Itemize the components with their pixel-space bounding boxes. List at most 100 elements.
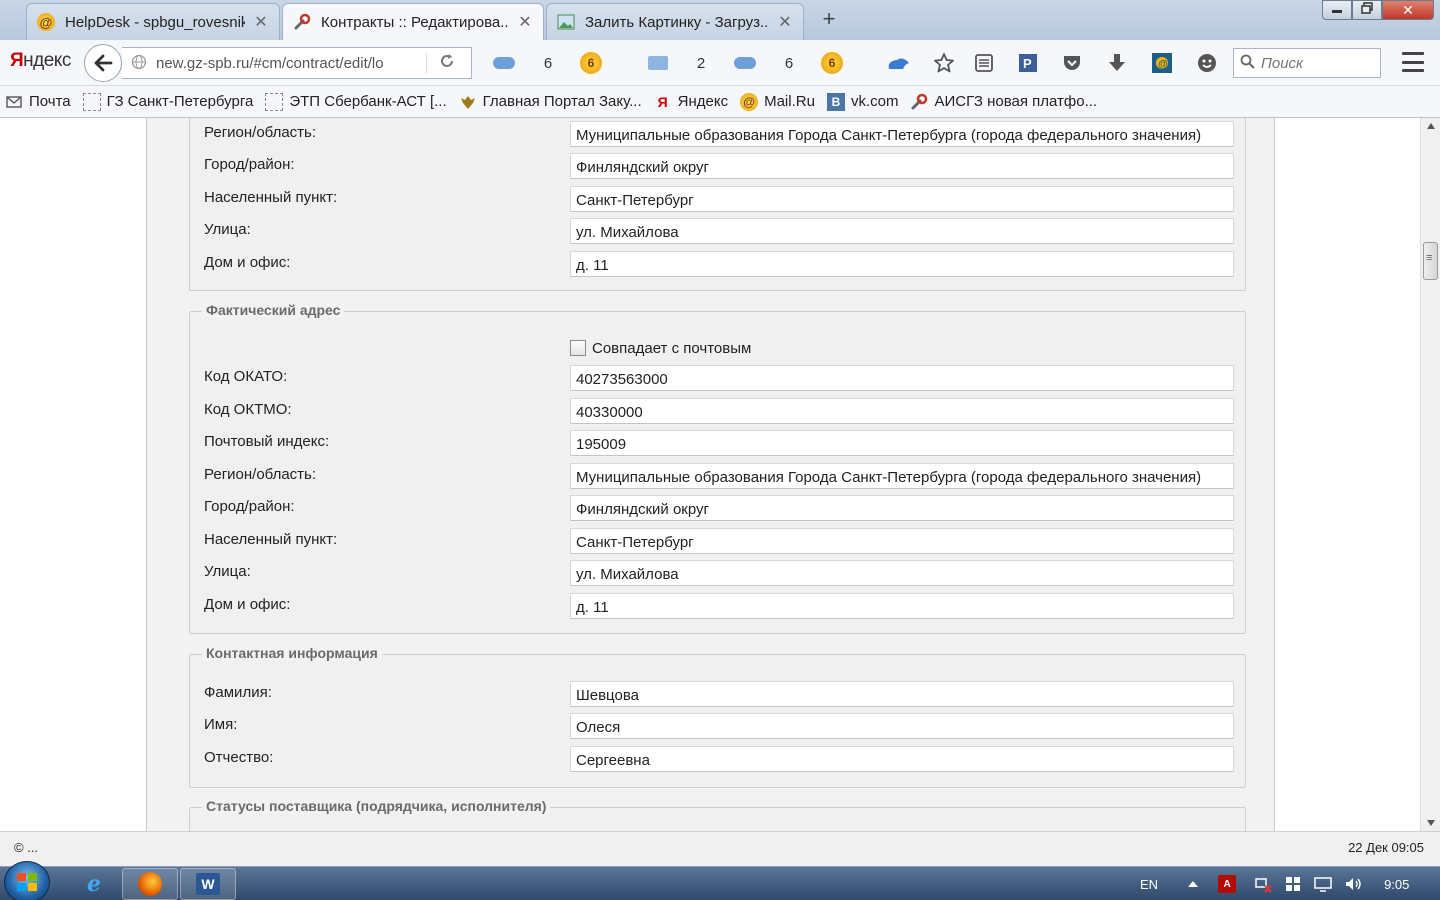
scroll-up-icon[interactable] <box>1421 118 1440 134</box>
maximize-button[interactable] <box>1352 0 1382 20</box>
okato-field[interactable]: 40273563000 <box>570 365 1234 391</box>
pocket-icon[interactable] <box>1060 51 1084 75</box>
bookmark-star-icon[interactable] <box>932 51 956 75</box>
bookmark-zakupki[interactable]: Главная Портал Заку... <box>459 93 642 111</box>
acrobat-icon[interactable]: A <box>1218 875 1237 893</box>
taskbar-ie[interactable]: e <box>66 868 122 900</box>
search-icon <box>1240 54 1255 73</box>
form-row: Фамилия: Шевцова <box>190 679 1247 707</box>
vertical-scrollbar[interactable] <box>1420 118 1440 831</box>
form-row: Дом и офис: д. 11 <box>190 249 1247 277</box>
tab-helpdesk[interactable]: @ HelpDesk - spbgu_rovesnik... ✕ <box>26 3 280 40</box>
same-as-postal-checkbox[interactable] <box>570 340 586 356</box>
locality-field[interactable]: Санкт-Петербург <box>570 186 1234 212</box>
reading-list-icon[interactable] <box>972 51 996 75</box>
yandex-logo[interactable]: Яндекс <box>10 50 71 72</box>
same-as-postal-checkbox-row[interactable]: Совпадает с почтовым <box>570 338 970 358</box>
taskbar-clock[interactable]: 9:05 <box>1384 877 1409 892</box>
first-name-field[interactable]: Олеся <box>570 713 1234 739</box>
bookmark-gz-spb[interactable]: ГЗ Санкт-Петербурга <box>82 92 253 111</box>
nav-bar: Яндекс 6 6 2 6 6 P @ <box>0 40 1440 86</box>
street-field[interactable]: ул. Михайлова <box>570 560 1234 586</box>
disk-count: 6 <box>543 54 553 72</box>
address-bar[interactable] <box>122 47 472 79</box>
bookmark-yandex[interactable]: Я Яндекс <box>654 93 728 111</box>
taskbar-word[interactable]: W <box>180 868 236 900</box>
extension-icon[interactable]: P <box>1016 51 1040 75</box>
tab-label: HelpDesk - spbgu_rovesnik... <box>65 13 245 31</box>
tab-contracts[interactable]: Контракты :: Редактирова... ✕ <box>282 3 544 40</box>
street-field[interactable]: ул. Михайлова <box>570 218 1234 244</box>
locality-field[interactable]: Санкт-Петербург <box>570 528 1234 554</box>
postal-code-field[interactable]: 195009 <box>570 430 1234 456</box>
region-field[interactable]: Муниципальные образования Города Санкт-П… <box>570 463 1234 489</box>
city-district-field[interactable]: Финляндский округ <box>570 495 1234 521</box>
windows-taskbar: e W EN A 9:05 <box>0 861 1440 900</box>
tools-icon <box>910 93 928 111</box>
tab-image-upload[interactable]: Залить Картинку - Загруз... ✕ <box>546 3 804 40</box>
close-icon[interactable]: ✕ <box>777 12 793 32</box>
download-icon[interactable] <box>1105 51 1129 75</box>
status-datetime: 22 Дек 09:05 <box>1348 840 1424 855</box>
form-row: Почтовый индекс: 195009 <box>190 428 1247 456</box>
yandex-disk-icon[interactable] <box>492 51 516 75</box>
vk-icon: B <box>826 92 845 111</box>
mail-icon[interactable] <box>646 51 670 75</box>
form-row: Отчество: Сергеевна <box>190 744 1247 772</box>
cloud-icon[interactable] <box>733 51 757 75</box>
city-district-field[interactable]: Финляндский округ <box>570 153 1234 179</box>
form-row: Населенный пункт: Санкт-Петербург <box>190 526 1247 554</box>
display-icon[interactable] <box>1314 875 1332 893</box>
firefox-icon <box>138 872 162 896</box>
mailru-agent-icon[interactable]: @ <box>1150 51 1174 75</box>
tray-expand-icon[interactable] <box>1184 875 1202 893</box>
start-button[interactable] <box>4 861 50 900</box>
copyright-text: © ... <box>14 840 39 855</box>
url-input[interactable] <box>156 54 426 72</box>
patronymic-field[interactable]: Сергеевна <box>570 746 1234 772</box>
smiley-icon[interactable] <box>1195 51 1219 75</box>
page-viewport: Регион/область: Муниципальные образовани… <box>0 118 1440 831</box>
scroll-down-icon[interactable] <box>1421 815 1440 831</box>
oktmo-field[interactable]: 40330000 <box>570 398 1234 424</box>
image-host-icon <box>557 13 575 31</box>
bookmark-vk[interactable]: B vk.com <box>826 92 898 111</box>
windows-flag-tray-icon[interactable] <box>1284 875 1302 893</box>
helpdesk-icon: @ <box>37 13 55 31</box>
scrollbar-thumb[interactable] <box>1423 242 1438 280</box>
volume-icon[interactable] <box>1344 875 1362 893</box>
sync-icon[interactable] <box>884 51 912 75</box>
fieldset-legend: Фактический адрес <box>202 302 345 318</box>
page-icon <box>82 92 101 111</box>
close-icon[interactable]: ✕ <box>253 12 269 32</box>
right-divider <box>1274 118 1275 831</box>
bookmark-aisgz[interactable]: АИСГЗ новая платфо... <box>910 93 1097 111</box>
last-name-field[interactable]: Шевцова <box>570 681 1234 707</box>
hamburger-menu-icon[interactable] <box>1402 52 1424 72</box>
coins-icon[interactable]: 6 <box>820 51 844 75</box>
field-label: Город/район: <box>204 498 295 515</box>
back-button[interactable] <box>84 44 122 82</box>
yandex-icon: Я <box>657 93 668 110</box>
bookmark-mailru[interactable]: @ Mail.Ru <box>740 92 815 111</box>
house-office-field[interactable]: д. 11 <box>570 593 1234 619</box>
close-icon[interactable]: ✕ <box>517 12 533 32</box>
tools-icon <box>293 13 311 31</box>
search-box[interactable] <box>1233 48 1381 78</box>
close-window-button[interactable]: ✕ <box>1382 0 1434 20</box>
windows-logo-icon <box>17 873 37 891</box>
bookmark-mail[interactable]: Почта <box>5 93 71 111</box>
search-input[interactable] <box>1261 54 1371 72</box>
house-office-field[interactable]: д. 11 <box>570 251 1234 277</box>
back-arrow-icon <box>94 54 113 72</box>
region-field[interactable]: Муниципальные образования Города Санкт-П… <box>570 121 1234 147</box>
network-error-icon[interactable] <box>1254 875 1272 893</box>
taskbar-firefox[interactable] <box>122 868 178 900</box>
language-indicator[interactable]: EN <box>1140 877 1158 892</box>
coins-icon[interactable]: 6 <box>579 51 603 75</box>
new-tab-button[interactable]: + <box>816 6 842 32</box>
reload-icon[interactable] <box>426 52 466 74</box>
minimize-button[interactable] <box>1322 0 1352 20</box>
svg-text:P: P <box>1023 56 1032 71</box>
bookmark-sberbank-ast[interactable]: ЭТП Сбербанк-АСТ [... <box>265 92 447 111</box>
